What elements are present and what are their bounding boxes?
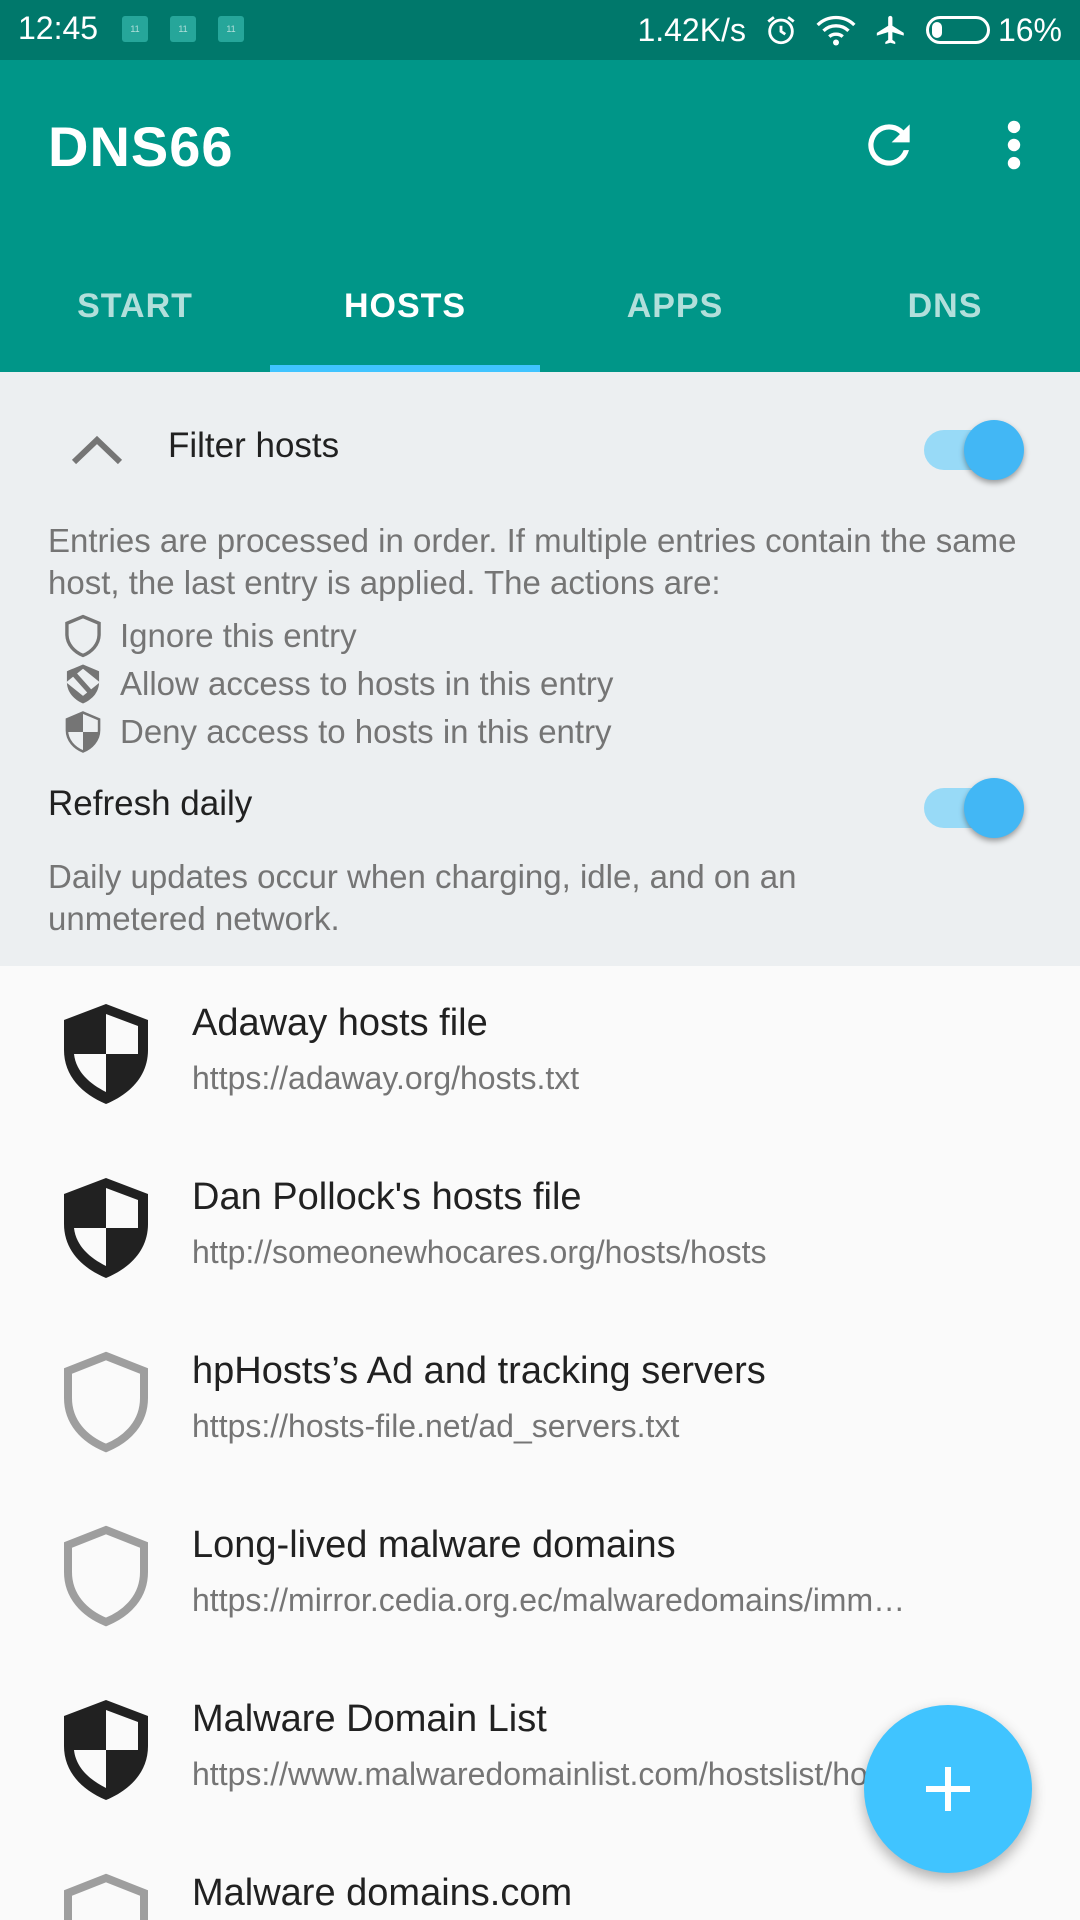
shield-deny-icon[interactable] xyxy=(58,1174,154,1282)
list-item[interactable]: Long-lived malware domains https://mirro… xyxy=(0,1488,1080,1662)
notification-icon: 11 xyxy=(122,16,148,42)
battery-level: 16% xyxy=(997,11,1062,48)
action-allow: Allow access to hosts in this entry xyxy=(62,660,613,708)
host-title: Dan Pollock's hosts file xyxy=(192,1176,582,1218)
tab-hosts[interactable]: HOSTS xyxy=(270,240,540,372)
action-ignore: Ignore this entry xyxy=(62,612,357,660)
alarm-icon xyxy=(764,13,798,47)
shield-deny-icon[interactable] xyxy=(58,1696,154,1804)
host-url: http://someonewhocares.org/hosts/hosts xyxy=(192,1234,767,1270)
tab-bar: START HOSTS APPS DNS xyxy=(0,240,1080,372)
filter-hosts-label: Filter hosts xyxy=(168,426,340,465)
tab-dns[interactable]: DNS xyxy=(810,240,1080,372)
refresh-daily-switch[interactable] xyxy=(924,772,1024,838)
airplane-icon xyxy=(874,13,908,47)
refresh-daily-description: Daily updates occur when charging, idle,… xyxy=(48,858,797,937)
status-bar: 12:45 11 11 11 1.42K/s 16% xyxy=(0,0,1080,60)
battery-icon: 16% xyxy=(925,11,1062,49)
list-item[interactable]: hpHosts’s Ad and tracking servers https:… xyxy=(0,1314,1080,1488)
host-title: hpHosts’s Ad and tracking servers xyxy=(192,1350,766,1392)
tab-apps[interactable]: APPS xyxy=(540,240,810,372)
host-title: Adaway hosts file xyxy=(192,1002,488,1044)
chevron-up-icon xyxy=(71,435,123,465)
filter-description: Entries are processed in order. If multi… xyxy=(48,522,1017,601)
shield-outline-icon[interactable] xyxy=(58,1522,154,1630)
shield-outline-icon[interactable] xyxy=(58,1870,154,1920)
network-speed: 1.42K/s xyxy=(637,11,746,48)
filter-hosts-switch[interactable] xyxy=(924,414,1024,480)
host-title: Malware Domain List xyxy=(192,1698,547,1740)
tab-start[interactable]: START xyxy=(0,240,270,372)
app-title: DNS66 xyxy=(48,115,234,178)
shield-outline-icon xyxy=(65,614,101,658)
host-title: Malware domains.com xyxy=(192,1872,573,1914)
add-icon xyxy=(926,1767,970,1811)
refresh-button[interactable] xyxy=(858,114,920,176)
refresh-daily-label: Refresh daily xyxy=(48,784,253,823)
app-bar: DNS66 START HOSTS APPS DNS xyxy=(0,60,1080,372)
status-time: 12:45 xyxy=(18,10,99,46)
list-item[interactable]: Adaway hosts file https://adaway.org/hos… xyxy=(0,966,1080,1140)
host-url: https://adaway.org/hosts.txt xyxy=(192,1060,580,1096)
host-url: https://mirror.cedia.org.ec/malwaredomai… xyxy=(192,1582,906,1618)
refresh-icon xyxy=(868,124,910,166)
more-options-button[interactable] xyxy=(996,114,1032,176)
shield-deny-icon[interactable] xyxy=(58,1000,154,1108)
host-title: Long-lived malware domains xyxy=(192,1524,676,1566)
shield-allow-icon xyxy=(66,664,100,704)
wifi-icon xyxy=(816,13,856,47)
filter-panel: Filter hosts Entries are processed in or… xyxy=(0,372,1080,966)
more-vert-icon xyxy=(1007,120,1021,170)
host-url: https://hosts-file.net/ad_servers.txt xyxy=(192,1408,680,1444)
notification-icon: 11 xyxy=(218,16,244,42)
list-item[interactable]: Dan Pollock's hosts file http://someonew… xyxy=(0,1140,1080,1314)
notification-icon: 11 xyxy=(170,16,196,42)
add-host-button[interactable] xyxy=(864,1705,1032,1873)
collapse-button[interactable] xyxy=(70,432,124,468)
action-deny: Deny access to hosts in this entry xyxy=(62,708,612,756)
shield-deny-icon xyxy=(65,711,101,753)
shield-outline-icon[interactable] xyxy=(58,1348,154,1456)
